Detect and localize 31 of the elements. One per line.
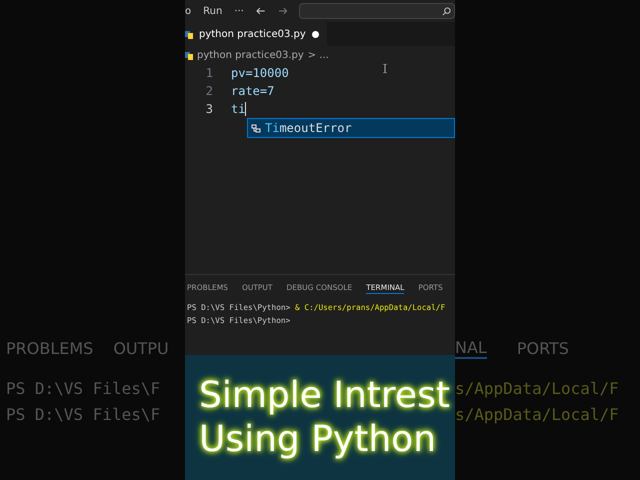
- panel-tab-label: OUTPU: [113, 338, 169, 358]
- code-line: rate=7: [231, 84, 274, 98]
- terminal-line: s/AppData/Local/F: [455, 378, 619, 400]
- symbol-icon: [251, 123, 261, 133]
- text-cursor-icon: [382, 64, 387, 72]
- forward-arrow-icon[interactable]: [278, 6, 288, 16]
- line-number: 1: [204, 66, 213, 80]
- terminal-line: PS D:\VS Files\F: [5, 378, 160, 400]
- search-icon[interactable]: [442, 6, 452, 16]
- breadcrumb-item[interactable]: > ...: [308, 50, 329, 60]
- title-text: Simple Intrest: [199, 374, 451, 418]
- line-number: 2: [204, 84, 213, 98]
- menu-item[interactable]: Run: [203, 6, 222, 16]
- code-line: ti: [231, 102, 246, 116]
- menu-item[interactable]: o: [185, 6, 192, 16]
- breadcrumb-item[interactable]: python practice03.py: [197, 50, 304, 60]
- panel-tab-label: PORTS: [516, 338, 569, 358]
- menu-item[interactable]: ···: [234, 6, 244, 16]
- editor-tab[interactable]: python practice03.py: [185, 22, 327, 46]
- line-number: 3: [204, 102, 213, 116]
- python-icon: [185, 50, 193, 60]
- terminal-line: PS D:\VS Files\F: [5, 404, 160, 426]
- panel-tab-label: NAL: [455, 338, 487, 358]
- python-icon: [185, 29, 193, 39]
- title-text: Using Python: [199, 418, 438, 462]
- suggestion-item[interactable]: TimeoutError: [247, 118, 455, 138]
- search-field[interactable]: [299, 3, 455, 19]
- code-line: pv=10000: [231, 66, 289, 80]
- terminal-line: s/AppData/Local/F: [455, 404, 619, 426]
- panel-tab-label: PROBLEMS: [6, 338, 94, 358]
- back-arrow-icon[interactable]: [256, 6, 266, 16]
